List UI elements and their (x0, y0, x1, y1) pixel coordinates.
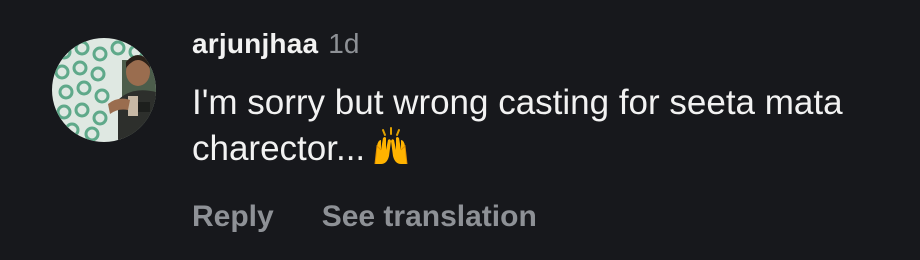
comment-actions: Reply See translation (192, 200, 900, 234)
comment-header: arjunjhaa 1d (192, 28, 900, 72)
comment: arjunjhaa 1d I'm sorry but wrong casting… (0, 0, 920, 260)
avatar-image (52, 38, 156, 142)
avatar[interactable] (52, 38, 156, 142)
comment-text: I'm sorry but wrong casting for seeta ma… (192, 80, 892, 178)
username[interactable]: arjunjhaa (192, 28, 318, 60)
reply-button[interactable]: Reply (192, 200, 274, 234)
raising-hands-emoji-icon (371, 126, 411, 178)
see-translation-button[interactable]: See translation (322, 200, 537, 234)
timestamp: 1d (328, 28, 360, 59)
comment-body: arjunjhaa 1d I'm sorry but wrong casting… (192, 28, 900, 234)
comment-message: I'm sorry but wrong casting for seeta ma… (192, 83, 843, 168)
